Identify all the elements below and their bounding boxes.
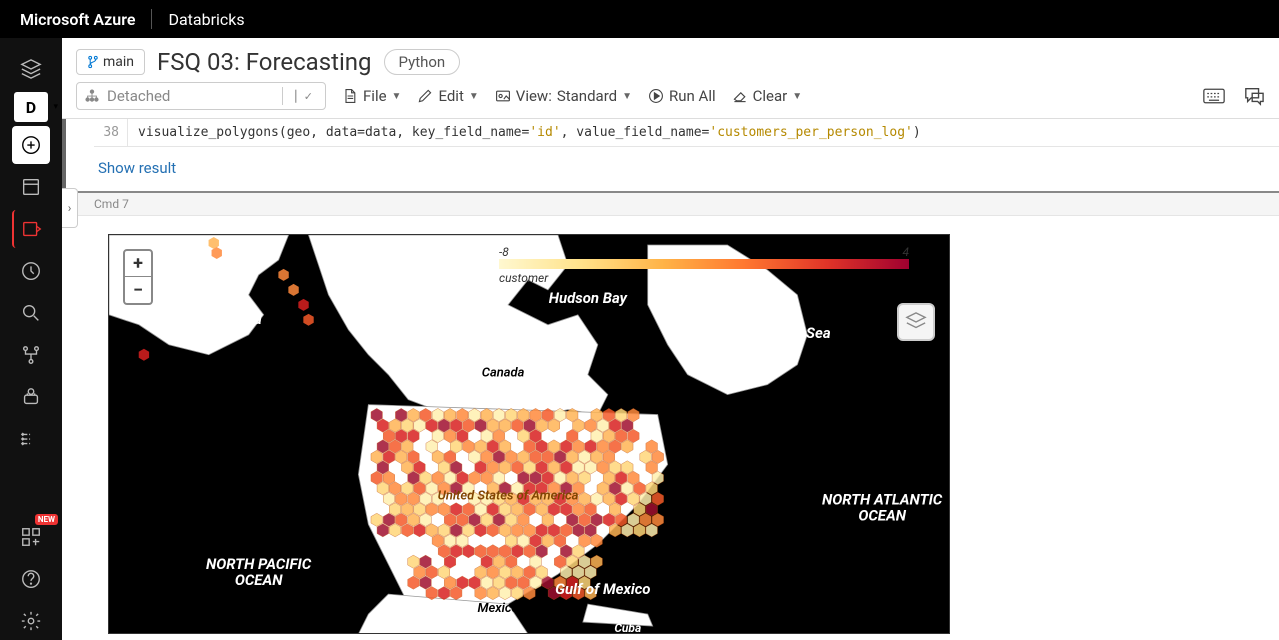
new-badge: NEW (35, 514, 58, 525)
svg-text:NORTH ATLANTICOCEAN: NORTH ATLANTICOCEAN (822, 490, 943, 524)
code-cell[interactable]: 38 visualize_polygons(geo, data=data, ke… (62, 119, 1279, 193)
clear-menu[interactable]: Clear▼ (732, 87, 803, 105)
svg-text:Hudson Bay: Hudson Bay (549, 289, 628, 307)
keyboard-icon[interactable] (1203, 86, 1225, 106)
cluster-status: Detached (107, 87, 170, 105)
comments-icon[interactable] (1243, 86, 1265, 106)
cluster-selector[interactable]: Detached ▏✓ (76, 82, 326, 110)
branch-name: main (103, 54, 134, 70)
notebook-title[interactable]: FSQ 03: Forecasting (157, 48, 372, 76)
svg-text:Labrador Sea: Labrador Sea (744, 324, 831, 342)
sidebar-collapse-handle[interactable]: › (62, 188, 78, 228)
map-output[interactable]: + − -84 customer (108, 234, 950, 634)
top-bar: Microsoft Azure Databricks (0, 0, 1279, 38)
svg-text:Gulf of Mexico: Gulf of Mexico (555, 580, 650, 598)
svg-text:Canada: Canada (482, 366, 525, 381)
sidebar-logo-icon[interactable] (12, 50, 50, 88)
play-icon (648, 88, 664, 104)
branch-selector[interactable]: main (76, 49, 145, 75)
sidebar-partner-icon[interactable]: NEW (12, 518, 50, 556)
file-icon (342, 88, 358, 104)
map-zoom-control: + − (123, 249, 153, 305)
sidebar-recents-icon[interactable] (12, 252, 50, 290)
edit-icon (417, 88, 433, 104)
sidebar-data-icon[interactable] (12, 336, 50, 374)
layers-icon (905, 311, 927, 333)
file-menu[interactable]: File▼ (342, 87, 401, 105)
brand-divider (151, 9, 152, 29)
branch-icon (87, 55, 99, 69)
run-all-button[interactable]: Run All (648, 87, 716, 105)
svg-text:Cuba: Cuba (614, 621, 641, 634)
eraser-icon (732, 88, 748, 104)
sidebar-repos-icon[interactable] (12, 210, 50, 248)
brand-azure: Microsoft Azure (20, 10, 135, 29)
map-canvas: Gulf of Alaska Hudson Bay Labrador Sea N… (109, 235, 949, 634)
notebook-toolbar: Detached ▏✓ File▼ Edit▼ View: Standard▼ … (62, 76, 1279, 119)
language-pill[interactable]: Python (384, 49, 461, 75)
code-content[interactable]: visualize_polygons(geo, data=data, key_f… (128, 119, 1279, 146)
brand-databricks: Databricks (168, 10, 244, 29)
notebook-content: main FSQ 03: Forecasting Python Detached… (62, 38, 1279, 640)
sidebar-help-icon[interactable] (12, 560, 50, 598)
colorbar: -84 customer (499, 259, 909, 285)
zoom-out-button[interactable]: − (125, 277, 151, 303)
show-result-link[interactable]: Show result (66, 147, 1279, 193)
sidebar-compute-icon[interactable] (12, 378, 50, 416)
chevron-down-icon: ▏✓ (291, 90, 317, 103)
view-menu[interactable]: View: Standard▼ (495, 87, 632, 105)
left-sidebar: D▾ NEW (0, 38, 62, 640)
svg-text:NORTH PACIFICOCEAN: NORTH PACIFICOCEAN (206, 555, 312, 589)
cluster-icon (85, 89, 99, 103)
sidebar-workflows-icon[interactable] (12, 420, 50, 458)
map-layers-button[interactable] (897, 303, 935, 341)
sidebar-persona-switch[interactable]: D▾ (14, 92, 48, 122)
svg-text:Mexico: Mexico (478, 601, 519, 616)
sidebar-workspace-icon[interactable] (12, 168, 50, 206)
sidebar-create-button[interactable] (12, 126, 50, 164)
sidebar-search-icon[interactable] (12, 294, 50, 332)
svg-text:Gulf of Alaska: Gulf of Alaska (170, 310, 262, 328)
edit-menu[interactable]: Edit▼ (417, 87, 478, 105)
notebook-header: main FSQ 03: Forecasting Python (62, 38, 1279, 76)
cmd-label: Cmd 7 (62, 193, 1279, 216)
zoom-in-button[interactable]: + (125, 251, 151, 277)
sidebar-settings-icon[interactable] (12, 602, 50, 640)
view-icon (495, 88, 511, 104)
line-number: 38 (94, 119, 128, 146)
svg-text:United States of America: United States of America (438, 488, 579, 503)
